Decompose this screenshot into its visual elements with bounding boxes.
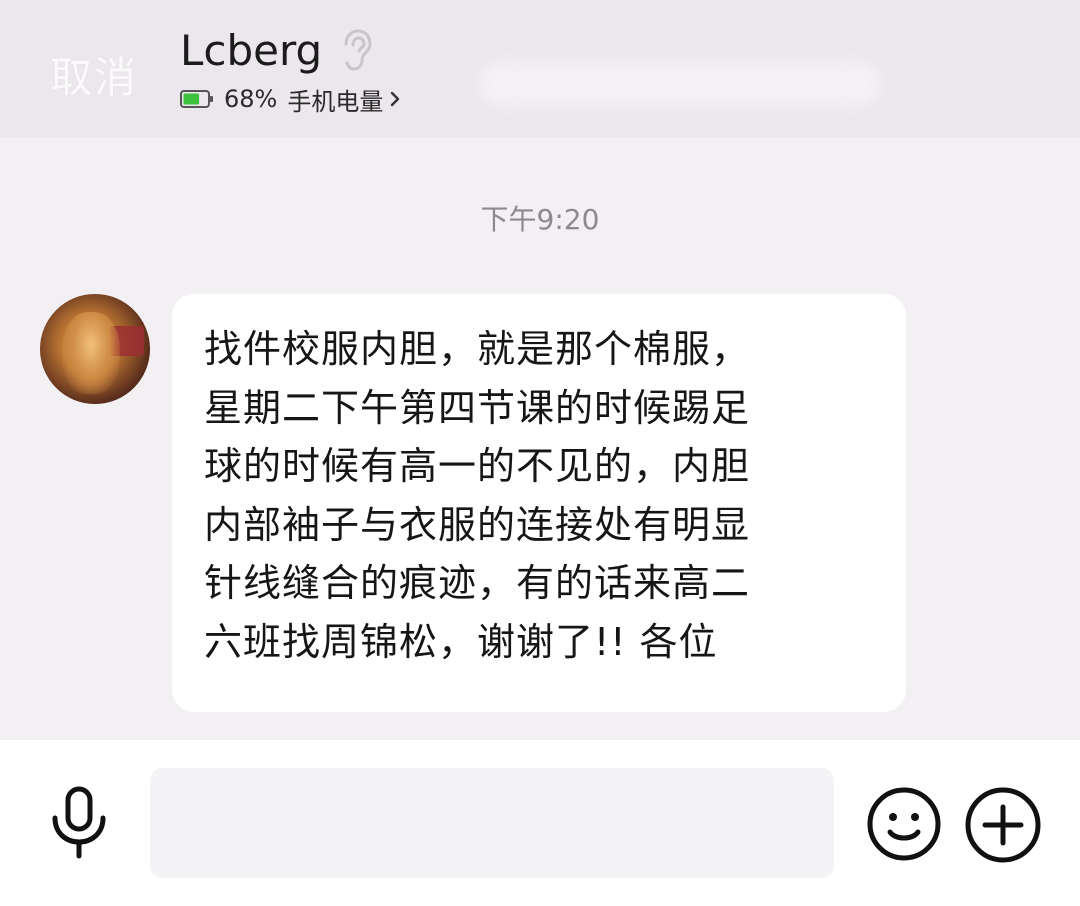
- emoji-icon[interactable]: [866, 786, 942, 862]
- ear-icon[interactable]: [338, 28, 374, 72]
- message-text: 找件校服内胆，就是那个棉服， 星期二下午第四节课的时候踢足 球的时候有高一的不见…: [204, 327, 751, 664]
- message-input[interactable]: [150, 768, 834, 878]
- message-bubble[interactable]: 找件校服内胆，就是那个棉服， 星期二下午第四节课的时候踢足 球的时候有高一的不见…: [172, 294, 906, 712]
- chat-header: 取消 Lcberg 68% 手机电量: [0, 0, 1080, 138]
- plus-icon[interactable]: [964, 786, 1042, 864]
- battery-icon: [180, 90, 213, 108]
- blurred-region: [480, 62, 880, 106]
- message-timestamp: 下午9:20: [480, 203, 600, 236]
- cancel-button[interactable]: 取消: [50, 44, 138, 105]
- microphone-icon[interactable]: [44, 786, 114, 860]
- battery-status[interactable]: 68% 手机电量: [180, 84, 401, 116]
- contact-name[interactable]: Lcberg: [180, 26, 322, 75]
- avatar[interactable]: [40, 294, 150, 404]
- battery-percent: 68%: [224, 85, 278, 113]
- battery-label: 手机电量: [287, 87, 384, 116]
- avatar-dog: [62, 312, 120, 394]
- chevron-right-icon: [391, 91, 400, 107]
